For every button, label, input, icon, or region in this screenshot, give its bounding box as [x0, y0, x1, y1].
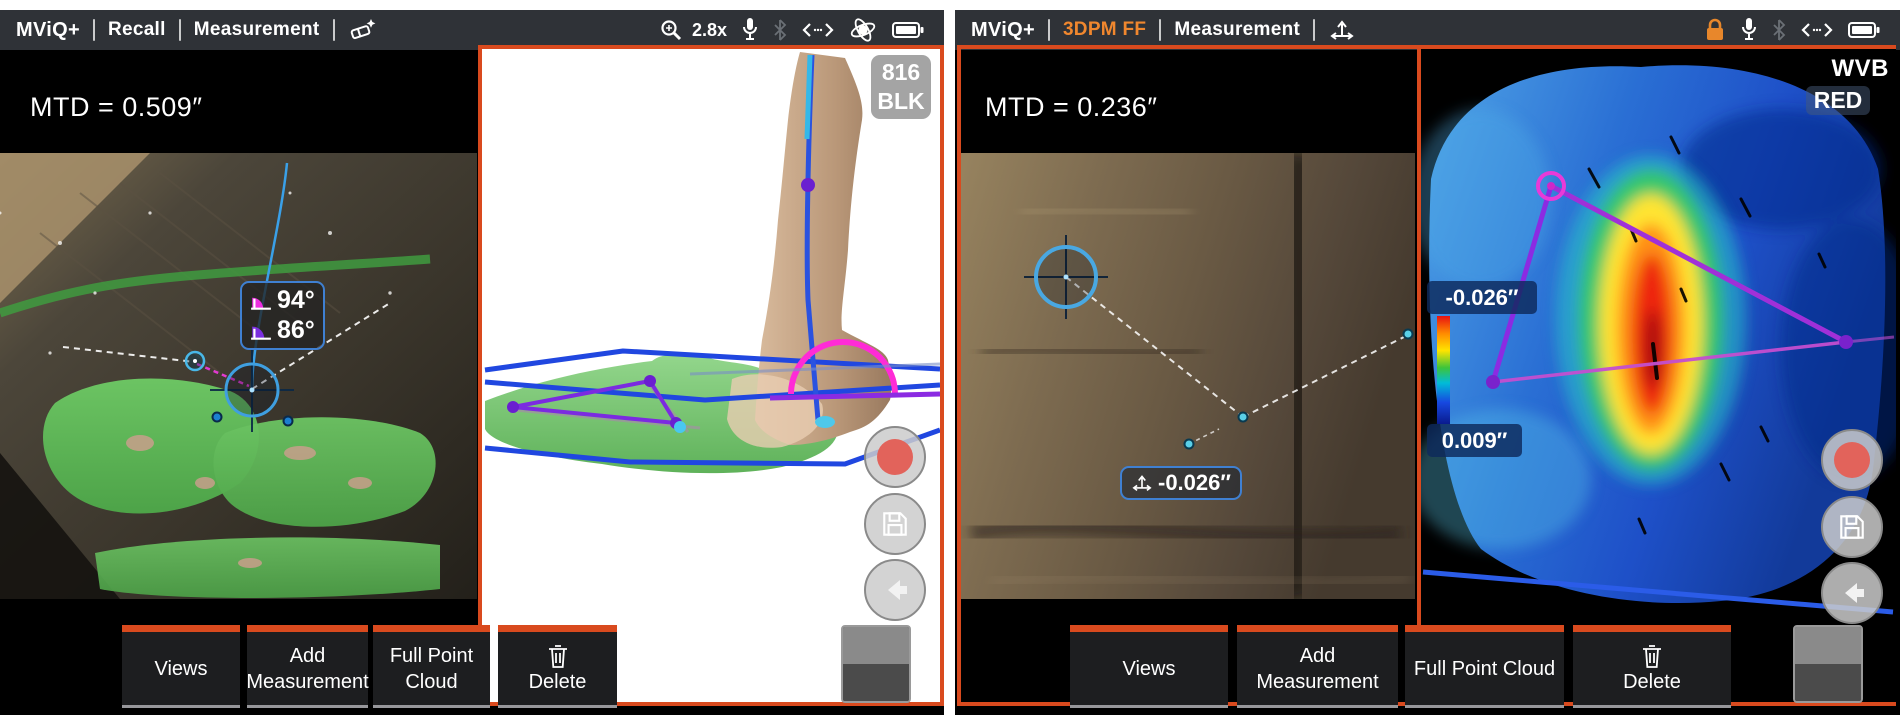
view-state-badge[interactable]: 816 BLK [871, 55, 931, 119]
annotation-eraser-icon[interactable] [348, 17, 378, 43]
floppy-save-icon [1837, 512, 1867, 542]
depth-color-scale [1437, 316, 1450, 424]
left-screenshot: MViQ+ Recall Measurement [0, 10, 944, 715]
upper-measure-point[interactable] [801, 178, 815, 192]
delete-label: Delete [529, 669, 587, 695]
angle1-value: 94° [277, 286, 315, 315]
trash-icon [546, 643, 570, 669]
right-screenshot: MViQ+ 3DPM FF Measurement [955, 10, 1900, 715]
depth-assist-icon[interactable] [1328, 18, 1356, 42]
angle2-icon [250, 320, 272, 342]
thumbnail-top [843, 627, 909, 664]
link-arrows-icon [802, 21, 834, 39]
views-label: Views [155, 656, 208, 682]
microphone-icon [1741, 17, 1757, 43]
delete-label: Delete [1623, 669, 1681, 695]
menu-item-measurement[interactable]: Measurement [194, 19, 320, 41]
live-inspection-image[interactable] [0, 153, 477, 599]
menu-divider [1313, 19, 1315, 41]
add-measurement-button[interactable]: Add Measurement [1237, 625, 1398, 708]
link-arrows-icon [1801, 21, 1833, 39]
cyan-axis-highlight [807, 55, 810, 139]
angle-row-2: 86° [250, 316, 315, 345]
back-button[interactable] [1821, 562, 1883, 624]
badge-line1: 816 [882, 58, 920, 87]
right-status-cluster [1704, 17, 1890, 43]
left-top-bar: MViQ+ Recall Measurement [0, 10, 944, 50]
menu-divider [93, 19, 95, 41]
screenshot-pair: MViQ+ Recall Measurement [0, 0, 1900, 726]
zoom-magnifier-icon [659, 18, 683, 42]
left-status-cluster: 2.8x [659, 17, 934, 43]
angle-row-1: 94° [250, 286, 315, 315]
split-view-thumbnail[interactable] [841, 625, 911, 703]
zoom-level-indicator: 2.8x [692, 20, 727, 41]
thumbnail-bottom [843, 664, 909, 701]
delete-button[interactable]: Delete [1573, 625, 1731, 708]
lock-icon [1704, 17, 1726, 43]
live-image-pane-border [957, 45, 1423, 706]
full-point-cloud-label: Full Point Cloud [1414, 656, 1555, 682]
microphone-icon [742, 17, 758, 43]
orbit-3d-icon [849, 17, 877, 43]
menu-divider [179, 19, 181, 41]
mtd-readout: MTD = 0.509″ [30, 92, 202, 123]
back-button[interactable] [864, 559, 926, 621]
delete-button[interactable]: Delete [498, 625, 617, 708]
record-icon [877, 439, 913, 475]
menu-divider [1159, 19, 1161, 41]
trash-icon [1640, 643, 1664, 669]
angle2-value: 86° [277, 316, 315, 345]
views-label: Views [1123, 656, 1176, 682]
menu-item-measurement[interactable]: Measurement [1174, 19, 1300, 41]
back-arrow-icon [880, 575, 910, 605]
menu-item-recall[interactable]: Recall [108, 19, 166, 41]
battery-icon [892, 21, 924, 39]
full-point-cloud-button[interactable]: Full Point Cloud [1405, 625, 1564, 708]
record-icon [1834, 442, 1870, 478]
bluetooth-icon [773, 19, 787, 41]
add-measurement-label: Add Measurement [1243, 643, 1392, 695]
scale-max-label: -0.026″ [1427, 281, 1537, 314]
angle1-icon [250, 290, 272, 312]
full-point-cloud-button[interactable]: Full Point Cloud [373, 625, 490, 708]
views-button[interactable]: Views [1070, 625, 1228, 708]
right-top-bar: MViQ+ 3DPM FF Measurement [955, 10, 1900, 50]
view-state-red[interactable]: RED [1806, 86, 1870, 115]
scale-min-label: 0.009″ [1427, 424, 1522, 457]
battery-icon [1848, 21, 1880, 39]
angle-measurement-label[interactable]: 94° 86° [240, 281, 325, 350]
views-button[interactable]: Views [122, 625, 240, 708]
split-view-thumbnail[interactable] [1793, 625, 1863, 703]
thumbnail-top [1795, 627, 1861, 664]
cyan-endpoint [815, 416, 835, 428]
cursor-point-marker[interactable] [186, 352, 204, 370]
record-button[interactable] [1821, 429, 1883, 491]
back-arrow-icon [1837, 578, 1867, 608]
full-point-cloud-label: Full Point Cloud [379, 643, 484, 695]
add-measurement-button[interactable]: Add Measurement [247, 625, 368, 708]
menu-item-3dpm-ff[interactable]: 3DPM FF [1063, 19, 1146, 41]
badge-line2: BLK [877, 87, 924, 116]
add-measurement-label: Add Measurement [246, 643, 368, 695]
record-button[interactable] [864, 426, 926, 488]
floppy-save-icon [880, 509, 910, 539]
brand-logo: MViQ+ [16, 19, 80, 42]
bluetooth-icon [1772, 19, 1786, 41]
view-state-wvb[interactable]: WVB [1815, 55, 1889, 83]
save-button[interactable] [864, 493, 926, 555]
save-button[interactable] [1821, 496, 1883, 558]
thumbnail-bottom [1795, 664, 1861, 701]
menu-divider [333, 19, 335, 41]
brand-logo: MViQ+ [971, 19, 1035, 42]
menu-divider [1048, 19, 1050, 41]
